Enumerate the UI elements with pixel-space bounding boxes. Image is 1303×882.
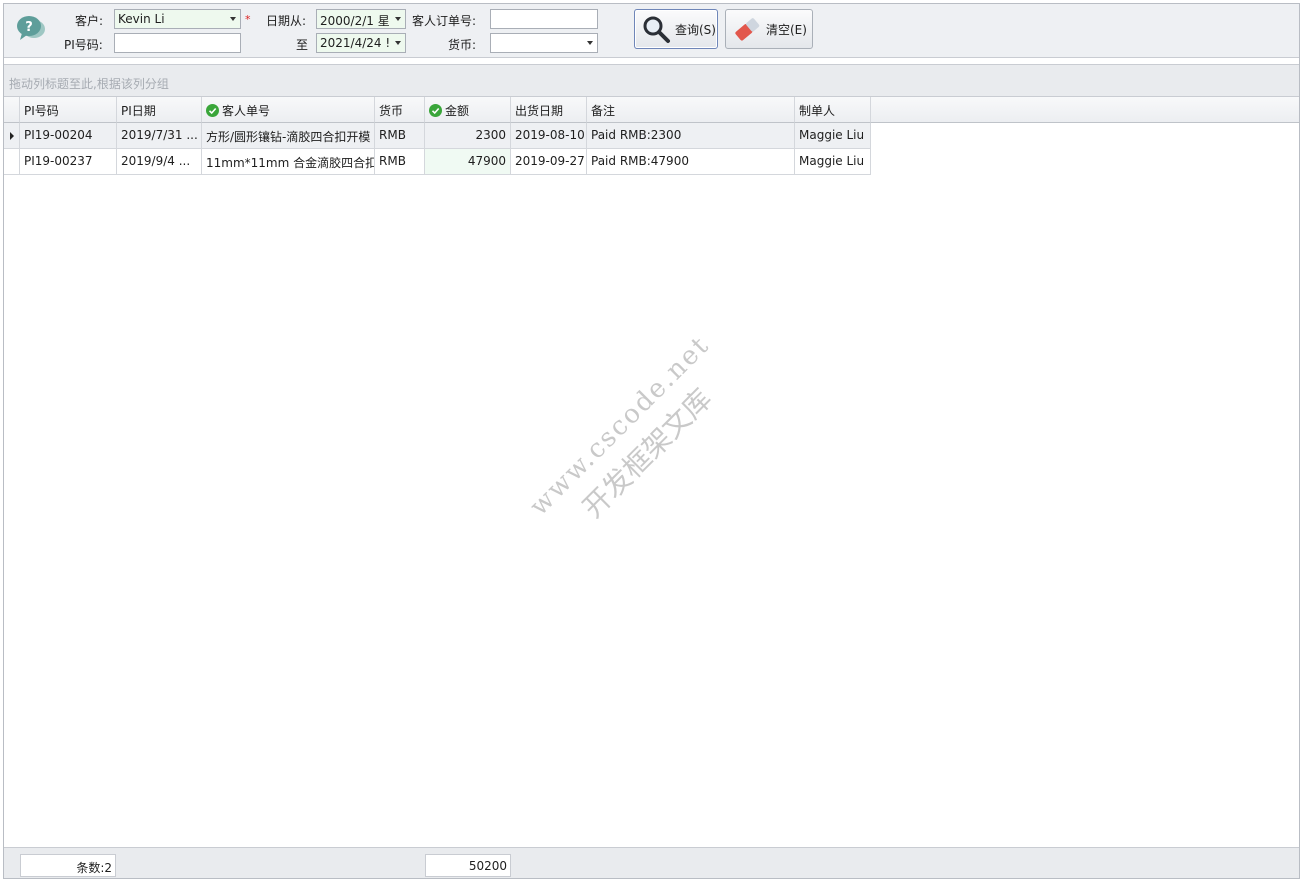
group-by-panel[interactable]: 拖动列标题至此,根据该列分组 (4, 64, 1299, 97)
cell-currency[interactable]: RMB (375, 149, 425, 175)
group-by-hint: 拖动列标题至此,根据该列分组 (9, 77, 169, 91)
query-button-label: 查询(S) (675, 22, 716, 37)
column-header-pi-date[interactable]: PI日期 (117, 97, 202, 123)
cell-pi-number[interactable]: PI19-00237 (20, 149, 117, 175)
customer-order-label: 客人订单号: (412, 14, 477, 28)
current-row-arrow-icon (10, 132, 14, 140)
column-header-currency[interactable]: 货币 (375, 97, 425, 123)
clear-button[interactable]: 清空(E) (725, 9, 813, 49)
cell-customer-order[interactable]: 11mm*11mm 合金滴胶四合扣 (202, 149, 375, 175)
chevron-down-icon[interactable] (390, 10, 405, 28)
footer-row-count: 条数:2 (20, 854, 116, 877)
table-row[interactable]: PI19-00237 2019/9/4 ... 11mm*11mm 合金滴胶四合… (4, 149, 1299, 175)
cell-pi-date[interactable]: 2019/7/31 ... (117, 123, 202, 149)
footer-amount-sum: 50200 (425, 854, 511, 877)
pi-number-input[interactable] (114, 33, 241, 53)
chevron-down-icon[interactable] (582, 34, 597, 52)
svg-text:?: ? (25, 20, 33, 35)
help-chat-icon[interactable]: ? (14, 12, 48, 46)
customer-label: 客户: (75, 14, 104, 28)
watermark-url: www.cscode.net (524, 330, 716, 522)
query-button[interactable]: 查询(S) (634, 9, 718, 49)
chevron-down-icon[interactable] (390, 34, 405, 52)
date-from-label: 日期从: (266, 14, 307, 28)
header-indicator-cell (4, 97, 20, 123)
pi-number-label: PI号码: (64, 38, 103, 52)
column-header-label: 金额 (445, 104, 470, 118)
cell-creator[interactable]: Maggie Liu (795, 149, 871, 175)
chevron-down-icon[interactable] (225, 10, 240, 28)
check-circle-icon (206, 104, 219, 117)
filter-panel: ? 客户: Kevin Li * PI号码: 日期从: 2000/2/1 星 至… (4, 4, 1299, 58)
column-header-label: 出货日期 (515, 104, 564, 118)
customer-order-input[interactable] (490, 9, 598, 29)
customer-combobox[interactable]: Kevin Li (114, 9, 241, 29)
cell-pi-number[interactable]: PI19-00204 (20, 123, 117, 149)
date-from-value: 2000/2/1 星 (320, 14, 390, 28)
column-header-pi-number[interactable]: PI号码 (20, 97, 117, 123)
cell-remarks[interactable]: Paid RMB:2300 (587, 123, 795, 149)
cell-customer-order[interactable]: 方形/圆形镶钻-滴胶四合扣开模 (202, 123, 375, 149)
cell-creator[interactable]: Maggie Liu (795, 123, 871, 149)
column-header-label: PI号码 (24, 104, 59, 118)
row-indicator-cell[interactable] (4, 123, 20, 149)
date-to-picker[interactable]: 2021/4/24 ! (316, 33, 406, 53)
date-to-value: 2021/4/24 ! (320, 36, 391, 50)
column-header-remarks[interactable]: 备注 (587, 97, 795, 123)
pi-grid: PI号码 PI日期 客人单号 货币 金额 出货日期 备注 制单人 PI19-00… (4, 97, 1299, 175)
clear-button-label: 清空(E) (766, 22, 807, 37)
grid-footer: 条数:2 50200 (4, 847, 1299, 878)
required-marker: * (245, 13, 251, 26)
grid-header-row: PI号码 PI日期 客人单号 货币 金额 出货日期 备注 制单人 (4, 97, 1299, 123)
currency-combobox[interactable] (490, 33, 598, 53)
cell-ship-date[interactable]: 2019-09-27 (511, 149, 587, 175)
eraser-icon (735, 18, 760, 41)
column-header-label: PI日期 (121, 104, 156, 118)
cell-remarks[interactable]: Paid RMB:47900 (587, 149, 795, 175)
customer-value: Kevin Li (118, 12, 165, 26)
column-header-ship-date[interactable]: 出货日期 (511, 97, 587, 123)
watermark-caption: 开发框架文库 (576, 382, 719, 525)
magnifier-icon (643, 16, 670, 43)
column-header-amount[interactable]: 金额 (425, 97, 511, 123)
column-header-label: 客人单号 (222, 104, 271, 118)
date-to-label: 至 (296, 38, 309, 52)
column-header-label: 货币 (379, 104, 404, 118)
watermark: www.cscode.net 开发框架文库 (524, 330, 745, 551)
column-header-label: 制单人 (799, 104, 836, 118)
cell-amount[interactable]: 2300 (425, 123, 511, 149)
cell-amount[interactable]: 47900 (425, 149, 511, 175)
column-header-label: 备注 (591, 104, 616, 118)
cell-ship-date[interactable]: 2019-08-10 (511, 123, 587, 149)
pi-query-window: ? 客户: Kevin Li * PI号码: 日期从: 2000/2/1 星 至… (3, 3, 1300, 879)
cell-pi-date[interactable]: 2019/9/4 ... (117, 149, 202, 175)
column-header-creator[interactable]: 制单人 (795, 97, 871, 123)
row-indicator-cell[interactable] (4, 149, 20, 175)
date-from-picker[interactable]: 2000/2/1 星 (316, 9, 406, 29)
header-filler (871, 97, 1299, 123)
cell-currency[interactable]: RMB (375, 123, 425, 149)
currency-label: 货币: (448, 38, 477, 52)
column-header-customer-order[interactable]: 客人单号 (202, 97, 375, 123)
table-row[interactable]: PI19-00204 2019/7/31 ... 方形/圆形镶钻-滴胶四合扣开模… (4, 123, 1299, 149)
check-circle-icon (429, 104, 442, 117)
